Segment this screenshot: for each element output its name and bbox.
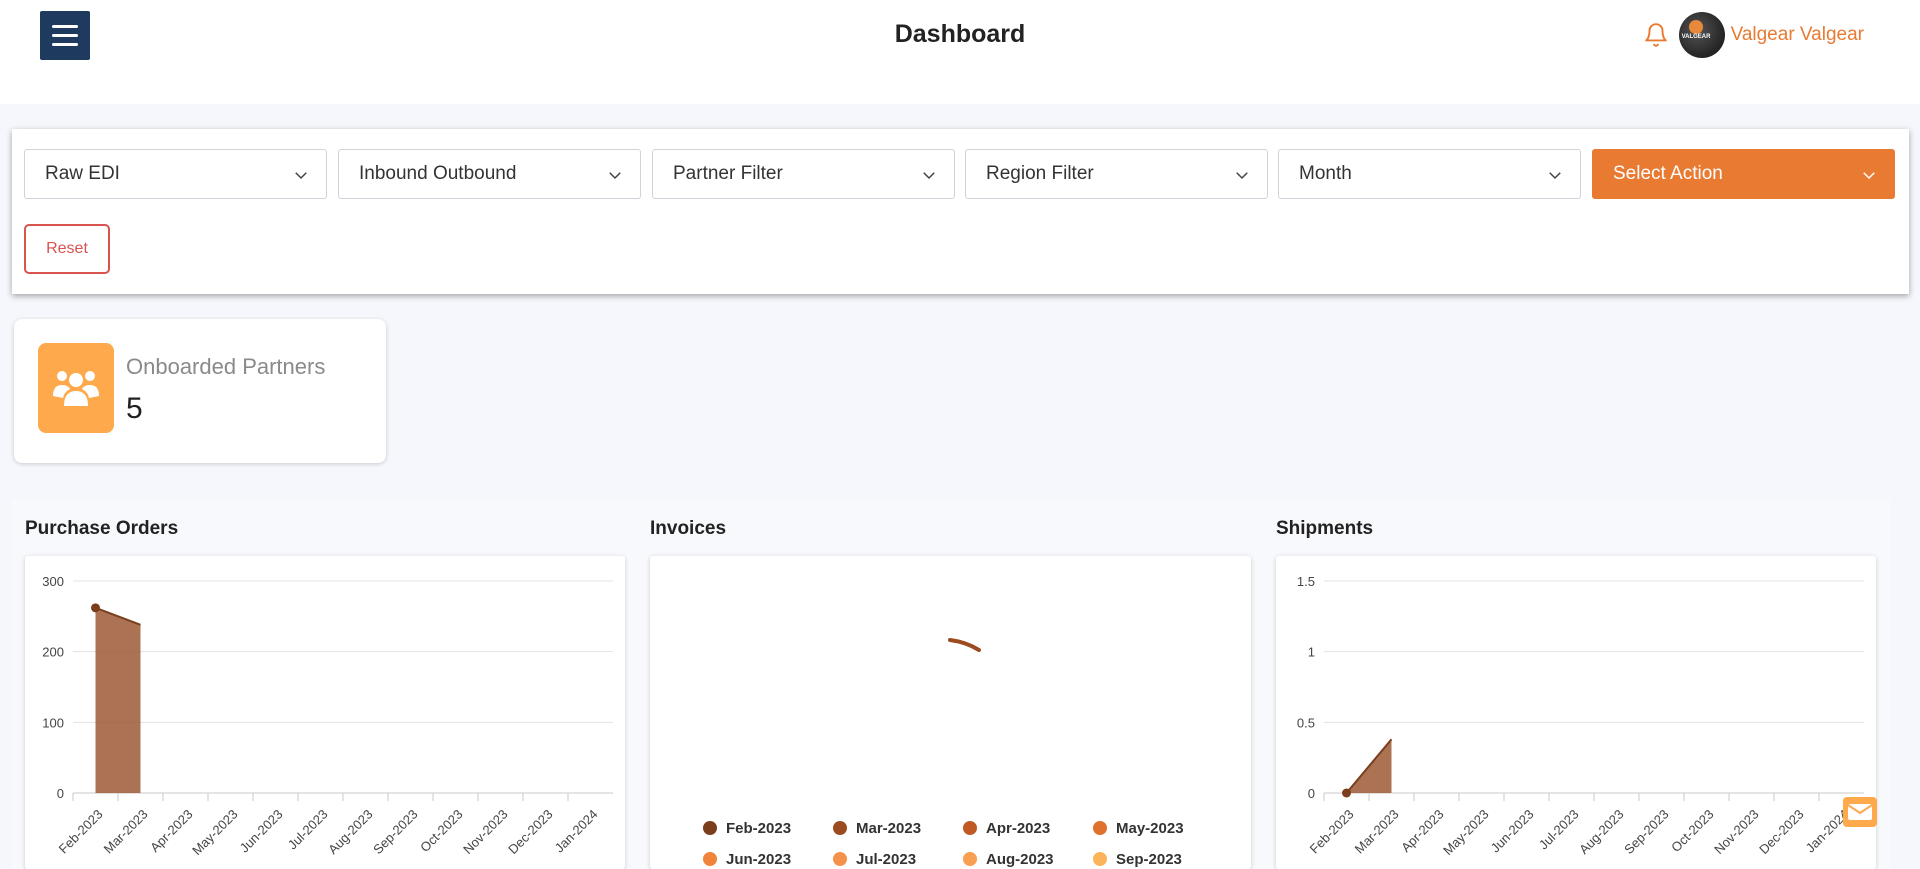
x-tick-label: May-2023 (189, 807, 240, 858)
data-point (91, 603, 100, 613)
chevron-down-icon (1863, 172, 1875, 180)
shipments-chart: 1.5 1 0.5 0 Feb-2023 Mar-2023 Apr-2023 May-2023… (1276, 556, 1876, 869)
legend-label: Jun-2023 (726, 851, 791, 868)
chevron-down-icon (1549, 172, 1561, 180)
partner-filter-select-value: Partner Filter (673, 163, 783, 184)
select-action-dropdown[interactable]: Select Action (1592, 149, 1895, 199)
x-tick-label: Dec-2023 (1756, 807, 1806, 857)
x-tick-label: Dec-2023 (505, 807, 555, 857)
series-area (95, 607, 141, 793)
legend-marker (833, 852, 847, 866)
x-tick-label: Feb-2023 (56, 807, 106, 857)
legend-label: Aug-2023 (986, 851, 1054, 868)
x-tick-label: Oct-2023 (1668, 807, 1716, 855)
mail-button[interactable] (1843, 797, 1877, 827)
page-title: Dashboard (894, 20, 1026, 48)
legend-label: Mar-2023 (856, 820, 921, 837)
invoices-svg: Feb-2023 Mar-2023 Apr-2023 May-2023 Jun-2023… (703, 638, 1184, 868)
legend-marker (1093, 821, 1107, 835)
avatar[interactable]: VALGEAR (1678, 12, 1725, 58)
raw-edi-select-value: Raw EDI (45, 163, 120, 184)
legend-label: Feb-2023 (726, 820, 791, 837)
x-tick-label: Aug-2023 (1576, 807, 1626, 857)
user-name[interactable]: Valgear Valgear (1731, 24, 1864, 46)
shipments-svg: 1.510.50Feb-2023Mar-2023Apr-2023May-2023… (1297, 574, 1864, 858)
x-tick-label: Jan-2024 (552, 807, 601, 856)
pie-slice-arc (948, 638, 981, 652)
avatar-logo-mark (1688, 20, 1703, 34)
y-tick-label: 300 (42, 574, 64, 589)
legend-marker (703, 852, 717, 866)
x-tick-label: Sep-2023 (1621, 807, 1671, 857)
legend-marker (703, 821, 717, 835)
invoices-chart: Feb-2023 Mar-2023 Apr-2023 May-2023 Jun-2023… (650, 556, 1251, 869)
data-point (1342, 788, 1351, 798)
x-tick-label: Oct-2023 (417, 807, 465, 855)
filter-card: Raw EDI Inbound Outbound Partner Filter … (12, 129, 1909, 294)
shipments-title: Shipments (1276, 518, 1374, 539)
chevron-down-icon (295, 172, 307, 180)
avatar-text: VALGEAR (1681, 34, 1711, 40)
stat-value: 5 (126, 392, 143, 425)
onboarded-partners-card[interactable]: Onboarded Partners 5 (14, 319, 386, 463)
stat-label: Onboarded Partners (126, 354, 326, 379)
legend-marker (963, 852, 977, 866)
y-tick-label: 1.5 (1297, 574, 1315, 589)
chevron-down-icon (609, 172, 621, 180)
legend-label: Sep-2023 (1116, 851, 1182, 868)
inbound-outbound-select[interactable]: Inbound Outbound (338, 149, 641, 199)
x-tick-label: Jul-2023 (1536, 807, 1582, 853)
legend-label: May-2023 (1116, 820, 1184, 837)
legend-label: Jul-2023 (856, 851, 916, 868)
x-tick-label: Sep-2023 (370, 807, 420, 857)
y-tick-label: 0 (57, 786, 64, 801)
bell-icon[interactable] (1643, 21, 1669, 49)
x-tick-label: Jun-2023 (237, 807, 286, 856)
purchase-orders-svg: 3002001000Feb-2023Mar-2023Apr-2023May-20… (42, 574, 613, 858)
legend-label: Apr-2023 (986, 820, 1050, 837)
region-filter-select[interactable]: Region Filter (965, 149, 1268, 199)
purchase-orders-chart: 300 200 100 0 Feb-2023 Mar-2023 Apr-2023 May-20… (25, 556, 625, 869)
month-select[interactable]: Month (1278, 149, 1581, 199)
x-tick-label: May-2023 (1440, 807, 1491, 858)
region-filter-select-value: Region Filter (986, 163, 1094, 184)
y-tick-label: 0 (1308, 786, 1315, 801)
y-tick-label: 0.5 (1297, 715, 1315, 730)
legend-marker (1093, 852, 1107, 866)
envelope-icon (1847, 804, 1873, 820)
users-icon (38, 343, 114, 433)
purchase-orders-title: Purchase Orders (25, 518, 179, 539)
x-tick-label: Feb-2023 (1307, 807, 1357, 857)
x-tick-label: Mar-2023 (101, 807, 151, 857)
x-tick-label: Mar-2023 (1352, 807, 1402, 857)
chevron-down-icon (1236, 172, 1248, 180)
partner-filter-select[interactable]: Partner Filter (652, 149, 955, 199)
legend-marker (963, 821, 977, 835)
inbound-outbound-select-value: Inbound Outbound (359, 163, 517, 184)
x-tick-label: Aug-2023 (325, 807, 375, 857)
reset-button[interactable]: Reset (24, 224, 110, 274)
users-glyph (53, 371, 99, 406)
chevron-down-icon (923, 172, 935, 180)
legend-marker (833, 821, 847, 835)
invoices-title: Invoices (650, 518, 727, 539)
top-bar: Dashboard VALGEAR Valgear Valgear (0, 0, 1920, 104)
x-tick-label: Jun-2023 (1488, 807, 1537, 856)
y-tick-label: 100 (42, 715, 64, 730)
month-select-value: Month (1299, 163, 1352, 184)
y-tick-label: 200 (42, 645, 64, 660)
x-tick-label: Nov-2023 (1711, 807, 1761, 857)
x-tick-label: Nov-2023 (460, 807, 510, 857)
y-tick-label: 1 (1308, 645, 1315, 660)
user-area: VALGEAR Valgear Valgear (1643, 11, 1864, 59)
raw-edi-select[interactable]: Raw EDI (24, 149, 327, 199)
select-action-value: Select Action (1613, 163, 1723, 184)
x-tick-label: Jul-2023 (285, 807, 331, 853)
